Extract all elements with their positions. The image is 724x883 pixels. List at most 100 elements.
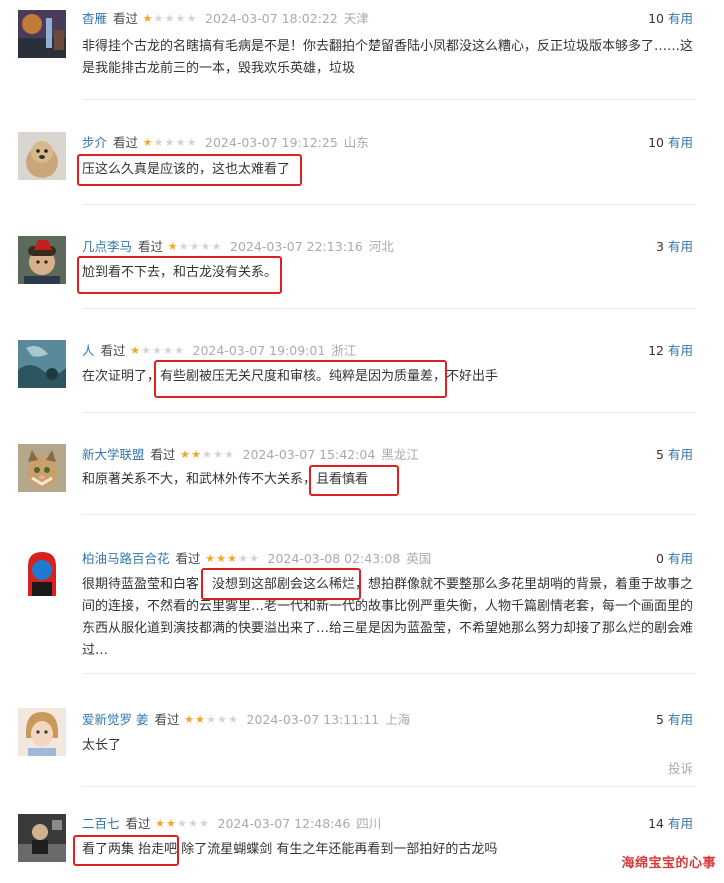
comment-location: 四川: [356, 816, 382, 831]
watched-label: 看过: [113, 11, 139, 26]
useful-button[interactable]: 14 有用: [648, 815, 693, 833]
comment-time: 2024-03-07 19:09:01: [192, 343, 326, 358]
comment-location: 黑龙江: [381, 447, 419, 462]
rating-stars: ★ ★ ★ ★ ★: [130, 342, 185, 360]
useful-button[interactable]: 5 有用: [656, 446, 693, 464]
star-empty-icon: ★: [177, 817, 187, 830]
rating-stars: ★ ★ ★ ★ ★: [205, 550, 260, 568]
star-empty-icon: ★: [200, 240, 211, 253]
comment-location: 天津: [343, 11, 369, 26]
username-link[interactable]: 杳雁: [82, 10, 107, 28]
username-link[interactable]: 几点李马: [82, 238, 132, 256]
star-empty-icon: ★: [202, 448, 212, 461]
star-empty-icon: ★: [228, 713, 238, 726]
star-empty-icon: ★: [153, 12, 164, 25]
username-link[interactable]: 爱新觉罗 姜: [82, 711, 148, 729]
star-empty-icon: ★: [163, 344, 173, 357]
star-filled-icon: ★: [227, 552, 237, 565]
avatar[interactable]: [18, 708, 66, 756]
highlight-box: [154, 360, 447, 398]
star-empty-icon: ★: [188, 817, 198, 830]
comment-text: 太长了: [82, 738, 122, 753]
username-link[interactable]: 步介: [82, 134, 107, 152]
comment-time: 2024-03-07 19:12:25: [205, 135, 338, 150]
watched-label: 看过: [113, 135, 139, 150]
comment-meta: 柏油马路百合花 看过 ★ ★ ★ ★ ★ 2024-03-08 02:43:08 英国: [82, 550, 431, 568]
watched-label: 看过: [175, 551, 201, 566]
watched-label: 看过: [138, 239, 164, 254]
star-filled-icon: ★: [180, 448, 190, 461]
star-empty-icon: ★: [175, 12, 186, 25]
star-filled-icon: ★: [166, 817, 176, 830]
comment-meta: 二百七 看过 ★ ★ ★ ★ ★ 2024-03-07 12:48:46 四川: [82, 815, 381, 833]
divider: [82, 99, 696, 100]
avatar[interactable]: [18, 132, 66, 180]
avatar[interactable]: [18, 340, 66, 388]
comment-time: 2024-03-07 12:48:46: [217, 816, 351, 831]
comment-meta: 新大学联盟 看过 ★ ★ ★ ★ ★ 2024-03-07 15:42:04 黑龙江: [82, 446, 419, 464]
useful-button[interactable]: 3 有用: [656, 238, 693, 256]
watched-label: 看过: [154, 712, 180, 727]
star-filled-icon: ★: [195, 713, 205, 726]
star-filled-icon: ★: [184, 713, 194, 726]
star-filled-icon: ★: [191, 448, 201, 461]
star-empty-icon: ★: [174, 344, 184, 357]
watched-label: 看过: [150, 447, 176, 462]
useful-button[interactable]: 10 有用: [648, 134, 693, 152]
avatar[interactable]: [18, 10, 66, 58]
rating-stars: ★ ★ ★ ★ ★: [184, 711, 239, 729]
star-filled-icon: ★: [142, 136, 153, 149]
comment-text: 非得挂个古龙的名瞎搞有毛病是不是！你去翻拍个楚留香陆小凤都没这么糟心，反正垃圾版…: [82, 39, 694, 76]
report-link[interactable]: 投诉: [668, 758, 693, 777]
avatar[interactable]: [18, 548, 66, 596]
rating-stars: ★ ★ ★ ★ ★: [167, 238, 222, 256]
comment-meta: 几点李马 看过 ★ ★ ★ ★ ★ 2024-03-07 22:13:16 河北: [82, 238, 394, 256]
avatar[interactable]: [18, 814, 66, 862]
username-link[interactable]: 人: [82, 342, 95, 360]
star-empty-icon: ★: [213, 448, 223, 461]
star-empty-icon: ★: [186, 136, 197, 149]
username-link[interactable]: 新大学联盟: [82, 446, 145, 464]
highlight-box: [73, 835, 179, 866]
useful-button[interactable]: 12 有用: [648, 342, 693, 360]
star-empty-icon: ★: [206, 713, 216, 726]
rating-stars: ★ ★ ★ ★ ★: [142, 134, 197, 152]
username-link[interactable]: 二百七: [82, 815, 120, 833]
useful-button[interactable]: 0 有用: [656, 550, 693, 568]
comment-meta: 爱新觉罗 姜 看过 ★ ★ ★ ★ ★ 2024-03-07 13:11:11 上海: [82, 711, 410, 729]
avatar[interactable]: [18, 444, 66, 492]
star-empty-icon: ★: [211, 240, 222, 253]
comment-time: 2024-03-07 22:13:16: [230, 239, 363, 254]
useful-button[interactable]: 10 有用: [648, 10, 693, 28]
star-empty-icon: ★: [217, 713, 227, 726]
star-empty-icon: ★: [164, 136, 175, 149]
useful-button[interactable]: 5 有用: [656, 711, 693, 729]
star-empty-icon: ★: [178, 240, 189, 253]
comment-meta: 人 看过 ★ ★ ★ ★ ★ 2024-03-07 19:09:01 浙江: [82, 342, 356, 360]
comment-location: 山东: [343, 135, 369, 150]
highlight-box: [77, 154, 302, 186]
star-empty-icon: ★: [152, 344, 162, 357]
divider: [82, 786, 696, 787]
divider: [82, 514, 696, 515]
divider: [82, 673, 696, 674]
star-empty-icon: ★: [175, 136, 186, 149]
avatar[interactable]: [18, 236, 66, 284]
watched-label: 看过: [100, 343, 126, 358]
comment-text: 很期待蓝盈莹和白客，没想到这部剧会这么稀烂，想拍群像就不要整那么多花里胡哨的背景…: [82, 577, 694, 658]
highlight-box: [201, 568, 361, 600]
watched-label: 看过: [125, 816, 151, 831]
highlight-box: [77, 256, 282, 294]
star-empty-icon: ★: [189, 240, 200, 253]
star-filled-icon: ★: [167, 240, 178, 253]
username-link[interactable]: 柏油马路百合花: [82, 550, 170, 568]
star-filled-icon: ★: [155, 817, 165, 830]
comment-location: 英国: [406, 551, 432, 566]
rating-stars: ★ ★ ★ ★ ★: [155, 815, 210, 833]
star-empty-icon: ★: [141, 344, 151, 357]
comment-location: 浙江: [331, 343, 357, 358]
star-filled-icon: ★: [142, 12, 153, 25]
divider: [82, 412, 696, 413]
comment-time: 2024-03-07 15:42:04: [242, 447, 376, 462]
comment-location: 河北: [368, 239, 394, 254]
